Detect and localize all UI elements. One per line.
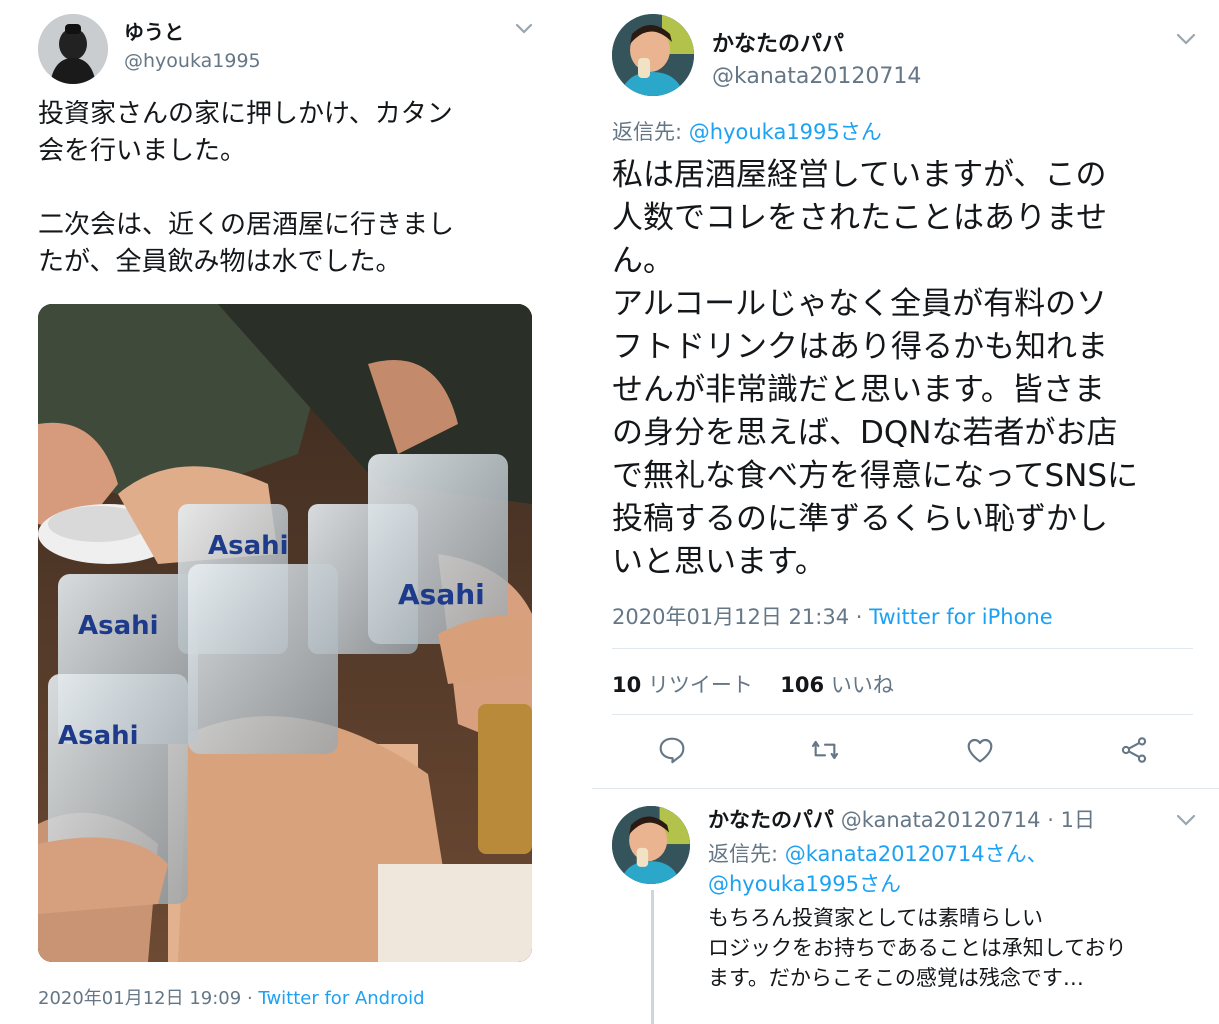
tweet-text-line: フトドリンクはあり得るかも知れま <box>612 329 1108 365</box>
svg-text:Asahi: Asahi <box>58 721 139 751</box>
reply-to-link[interactable]: @hyouka1995さん <box>708 869 1048 899</box>
like-count[interactable]: 106 <box>780 673 824 697</box>
chevron-down-icon[interactable] <box>514 22 534 36</box>
timestamp[interactable]: 2020年01月12日 21:34 <box>612 605 849 629</box>
heart-icon[interactable] <box>964 734 996 766</box>
chevron-down-icon[interactable] <box>1175 32 1197 46</box>
separator: · <box>855 605 863 629</box>
tweet-text-line: せんが非常識だと思います。皆さま <box>612 372 1105 408</box>
panel-divider <box>576 0 586 1024</box>
thread-connector <box>651 890 654 1024</box>
retweet-count[interactable]: 10 <box>612 673 641 697</box>
tweet-text-line: ます。だからこそこの感覚は残念です… <box>708 966 1084 990</box>
handle[interactable]: @kanata20120714 <box>712 64 921 89</box>
handle[interactable]: @hyouka1995 <box>124 50 261 72</box>
avatar-image <box>38 14 108 84</box>
avatar-image <box>612 806 690 884</box>
tweet-text: 私は居酒屋経営していますが、この 人数でコレをされたことはありませ ん。 アルコ… <box>612 154 1212 584</box>
tweet-text: もちろん投資家としては素晴らしい ロジックをお持ちであることは承知しており ます… <box>708 903 1213 993</box>
reply-to-link[interactable]: @kanata20120714さん、 <box>785 842 1048 866</box>
tweet-text-line: いと思います。 <box>612 544 826 580</box>
avatar-hyouka[interactable] <box>38 14 108 84</box>
divider <box>592 788 1219 789</box>
tweet-timestamp-line: 2020年01月12日 21:34 · Twitter for iPhone <box>612 601 1053 631</box>
share-icon[interactable] <box>1118 734 1150 766</box>
chevron-down-icon[interactable] <box>1175 813 1197 827</box>
timestamp[interactable]: 2020年01月12日 19:09 <box>38 988 241 1009</box>
tweet-text-line: 私は居酒屋経営していますが、この <box>612 157 1107 193</box>
tweet-text-line: で無礼な食べ方を得意になってSNSに <box>612 458 1138 494</box>
tweet-text-line: 人数でコレをされたことはありませ <box>612 200 1108 236</box>
reply-to-line: 返信先: @kanata20120714さん、 @hyouka1995さん <box>708 839 1048 899</box>
reply-to-line: 返信先: @hyouka1995さん <box>612 116 882 146</box>
svg-text:Asahi: Asahi <box>398 578 485 611</box>
avatar-kanata[interactable] <box>612 14 694 96</box>
tweet-text-line: もちろん投資家としては素晴らしい <box>708 906 1043 930</box>
svg-text:Asahi: Asahi <box>78 611 159 641</box>
tweet-text-line: アルコールじゃなく全員が有料のソ <box>612 286 1108 322</box>
display-name[interactable]: ゆうと <box>124 16 184 45</box>
right-tweet-panel: かなたのパパ @kanata20120714 返信先: @hyouka1995さ… <box>592 0 1219 1024</box>
tweet-text-line <box>38 170 558 207</box>
avatar-kanata-reply[interactable] <box>612 806 690 884</box>
source-link[interactable]: Twitter for iPhone <box>869 605 1053 629</box>
tweet-timestamp-line: 2020年01月12日 19:09 · Twitter for Android <box>38 984 425 1010</box>
separator: · <box>1047 808 1054 832</box>
tweet-text-line: 投稿するのに準ずるくらい恥ずかし <box>612 501 1108 537</box>
divider <box>612 714 1193 715</box>
tweet-text-line: 会を行いました。 <box>38 136 247 166</box>
source-link[interactable]: Twitter for Android <box>258 988 424 1009</box>
tweet-text-line: 二次会は、近くの居酒屋に行きまし <box>38 210 455 240</box>
tweet-text-line: たが、全員飲み物は水でした。 <box>38 247 402 277</box>
reply-to-link[interactable]: @hyouka1995さん <box>689 120 882 144</box>
tweet-age[interactable]: 1日 <box>1061 808 1095 832</box>
handle[interactable]: @kanata20120714 <box>841 808 1041 832</box>
reply-icon[interactable] <box>656 734 688 766</box>
divider <box>612 648 1193 649</box>
display-name[interactable]: かなたのパパ <box>708 808 834 832</box>
tweet-text-line: ん。 <box>612 243 674 279</box>
svg-text:Asahi: Asahi <box>208 531 289 561</box>
tweet-text: 投資家さんの家に押しかけ、カタン 会を行いました。 二次会は、近くの居酒屋に行き… <box>38 96 558 281</box>
reply-label: 返信先: <box>708 842 779 866</box>
photo-drinking-glasses: Asahi Asahi Asahi Asahi <box>38 304 532 962</box>
display-name[interactable]: かなたのパパ <box>712 26 844 58</box>
reply-label: 返信先: <box>612 120 683 144</box>
like-label[interactable]: いいね <box>831 673 894 697</box>
tweet-text-line: 投資家さんの家に押しかけ、カタン <box>38 99 453 129</box>
tweet-photo[interactable]: Asahi Asahi Asahi Asahi <box>38 304 532 962</box>
separator: · <box>246 988 253 1009</box>
retweet-label[interactable]: リツイート <box>648 673 753 697</box>
avatar-image <box>612 14 694 96</box>
reply-header: かなたのパパ @kanata20120714 · 1日 <box>708 804 1095 834</box>
tweet-text-line: ロジックをお持ちであることは承知しており <box>708 936 1127 960</box>
tweet-text-line: の身分を思えば、DQNな若者がお店 <box>612 415 1118 451</box>
engagement-stats: 10 リツイート 106 いいね <box>612 669 894 699</box>
left-tweet-panel: ゆうと @hyouka1995 投資家さんの家に押しかけ、カタン 会を行いました… <box>0 0 570 1024</box>
retweet-icon[interactable] <box>808 734 842 766</box>
